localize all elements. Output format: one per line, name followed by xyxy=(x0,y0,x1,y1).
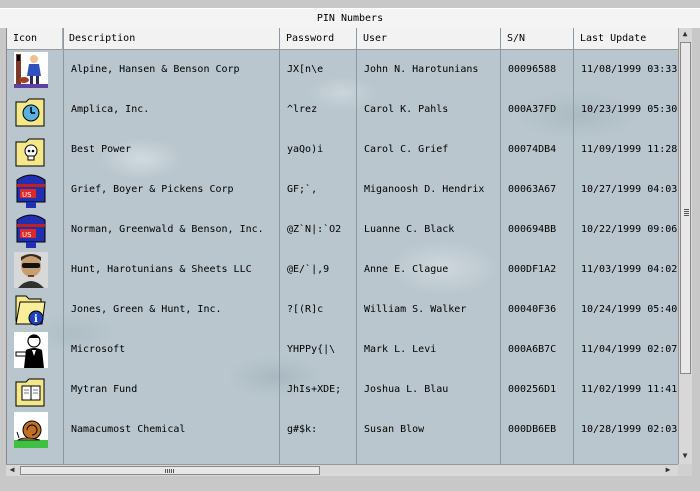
cell-sn: 00040F36 xyxy=(508,304,557,315)
cell-last-update: 10/24/1999 05:40 xyxy=(581,304,678,315)
cell-sn: 00074DB4 xyxy=(508,144,557,155)
cell-description: Best Power xyxy=(71,144,132,155)
column-header-icon[interactable]: Icon xyxy=(7,28,63,50)
cell-user: Luanne C. Black xyxy=(364,224,455,235)
cell-sn: 00063A67 xyxy=(508,184,557,195)
cell-sn: 000A37FD xyxy=(508,104,557,115)
column-header-sn[interactable]: S/N xyxy=(501,28,574,50)
column-header-last-update[interactable]: Last Update xyxy=(574,28,678,50)
scroll-right-arrow-icon[interactable]: ▶ xyxy=(662,464,674,476)
table-row[interactable]: Microsoft YHPPy{|\ Mark L. Levi 000A6B7C… xyxy=(7,330,678,370)
mailbox-us-icon: US xyxy=(16,174,46,208)
cell-password: @E/`|,9 xyxy=(287,264,330,275)
cell-description: Microsoft xyxy=(71,344,126,355)
table-row[interactable]: US Norman, Greenwald & Benson, Inc. @Z`N… xyxy=(7,210,678,250)
cell-user: John N. Harotunians xyxy=(364,64,479,75)
cell-user: Susan Blow xyxy=(364,424,425,435)
vertical-scrollbar[interactable]: ▲ ▼ xyxy=(678,28,692,464)
cell-user: Mark L. Levi xyxy=(364,344,437,355)
cell-sn: 000DF1A2 xyxy=(508,264,557,275)
cell-last-update: 10/28/1999 02:03 xyxy=(581,424,678,435)
column-header-description[interactable]: Description xyxy=(63,28,280,50)
clock-folder-icon xyxy=(15,98,45,127)
cell-description: Hunt, Harotunians & Sheets LLC xyxy=(71,264,252,275)
cell-user: Carol C. Grief xyxy=(364,144,449,155)
cell-password: g#$k: xyxy=(287,424,318,435)
scrollbar-corner xyxy=(678,464,692,476)
horizontal-scrollbar[interactable]: ◀ ▶ xyxy=(6,464,678,476)
table-row[interactable]: US Grief, Boyer & Pickens Corp GF;`, Mig… xyxy=(7,170,678,210)
cell-description: Alpine, Hansen & Benson Corp xyxy=(71,64,240,75)
cell-description: Grief, Boyer & Pickens Corp xyxy=(71,184,234,195)
table-header: Icon Description Password User S/N Last … xyxy=(7,28,678,50)
snail-icon xyxy=(14,412,48,448)
column-header-password[interactable]: Password xyxy=(280,28,357,50)
cell-description: Amplica, Inc. xyxy=(71,104,150,115)
grip-icon xyxy=(165,469,175,473)
cell-last-update: 11/08/1999 03:33 xyxy=(581,64,678,75)
svg-text:US: US xyxy=(22,191,32,199)
mailbox-us-icon: US xyxy=(16,214,46,248)
man-sunglasses-photo-icon xyxy=(14,252,48,288)
column-header-user[interactable]: User xyxy=(357,28,501,50)
cell-user: Miganoosh D. Hendrix xyxy=(364,184,485,195)
cell-user: Joshua L. Blau xyxy=(364,384,449,395)
cell-last-update: 10/27/1999 04:03 xyxy=(581,184,678,195)
cell-password: JhIs+XDE; xyxy=(287,384,342,395)
horizontal-scroll-thumb[interactable] xyxy=(20,466,320,475)
window-title: PIN Numbers xyxy=(0,8,700,28)
grip-icon xyxy=(684,209,689,217)
cell-password: ?[(R]c xyxy=(287,304,324,315)
cell-sn: 00096588 xyxy=(508,64,557,75)
cell-last-update: 10/22/1999 09:06 xyxy=(581,224,678,235)
cell-description: Jones, Green & Hunt, Inc. xyxy=(71,304,222,315)
info-folder-icon: i xyxy=(15,295,46,326)
cell-password: ^lrez xyxy=(287,104,318,115)
scroll-left-arrow-icon[interactable]: ◀ xyxy=(6,464,18,476)
cell-description: Norman, Greenwald & Benson, Inc. xyxy=(71,224,264,235)
table-row[interactable]: Mytran Fund JhIs+XDE; Joshua L. Blau 000… xyxy=(7,370,678,410)
pin-table: Icon Description Password User S/N Last … xyxy=(6,28,678,464)
svg-text:US: US xyxy=(22,231,32,239)
cell-sn: 000DB6EB xyxy=(508,424,557,435)
cell-last-update: 11/04/1999 02:07 xyxy=(581,344,678,355)
cell-last-update: 10/23/1999 05:30 xyxy=(581,104,678,115)
cell-password: @Z`N|:`O2 xyxy=(287,224,342,235)
table-row[interactable]: Amplica, Inc. ^lrez Carol K. Pahls 000A3… xyxy=(7,90,678,130)
cell-description: Namacumost Chemical xyxy=(71,424,186,435)
book-folder-icon xyxy=(15,378,45,407)
table-row[interactable]: i Jones, Green & Hunt, Inc. ?[(R]c Willi… xyxy=(7,290,678,330)
table-row[interactable]: Alpine, Hansen & Benson Corp JX[n\e John… xyxy=(7,50,678,90)
cell-password: JX[n\e xyxy=(287,64,324,75)
cell-user: Carol K. Pahls xyxy=(364,104,449,115)
svg-text:i: i xyxy=(34,314,38,325)
cell-last-update: 11/09/1999 11:28 xyxy=(581,144,678,155)
cell-last-update: 11/03/1999 04:02 xyxy=(581,264,678,275)
cell-sn: 000256D1 xyxy=(508,384,557,395)
cell-user: William S. Walker xyxy=(364,304,467,315)
businessman-icon xyxy=(14,332,48,368)
cell-sn: 000694BB xyxy=(508,224,557,235)
person-with-dog-icon xyxy=(14,52,48,88)
cell-user: Anne E. Clague xyxy=(364,264,449,275)
cell-last-update: 11/02/1999 11:41 xyxy=(581,384,678,395)
scroll-down-arrow-icon[interactable]: ▼ xyxy=(679,450,691,462)
skull-folder-icon xyxy=(15,138,45,167)
cell-password: yaQo)i xyxy=(287,144,324,155)
pin-numbers-window: PIN Numbers Icon Description Password Us… xyxy=(0,0,700,491)
cell-description: Mytran Fund xyxy=(71,384,138,395)
table-row[interactable]: Namacumost Chemical g#$k: Susan Blow 000… xyxy=(7,410,678,450)
vertical-scroll-thumb[interactable] xyxy=(680,42,691,374)
table-row[interactable]: Hunt, Harotunians & Sheets LLC @E/`|,9 A… xyxy=(7,250,678,290)
cell-password: YHPPy{|\ xyxy=(287,344,336,355)
table-row[interactable]: Best Power yaQo)i Carol C. Grief 00074DB… xyxy=(7,130,678,170)
scroll-up-arrow-icon[interactable]: ▲ xyxy=(679,28,691,40)
cell-password: GF;`, xyxy=(287,184,318,195)
cell-sn: 000A6B7C xyxy=(508,344,557,355)
